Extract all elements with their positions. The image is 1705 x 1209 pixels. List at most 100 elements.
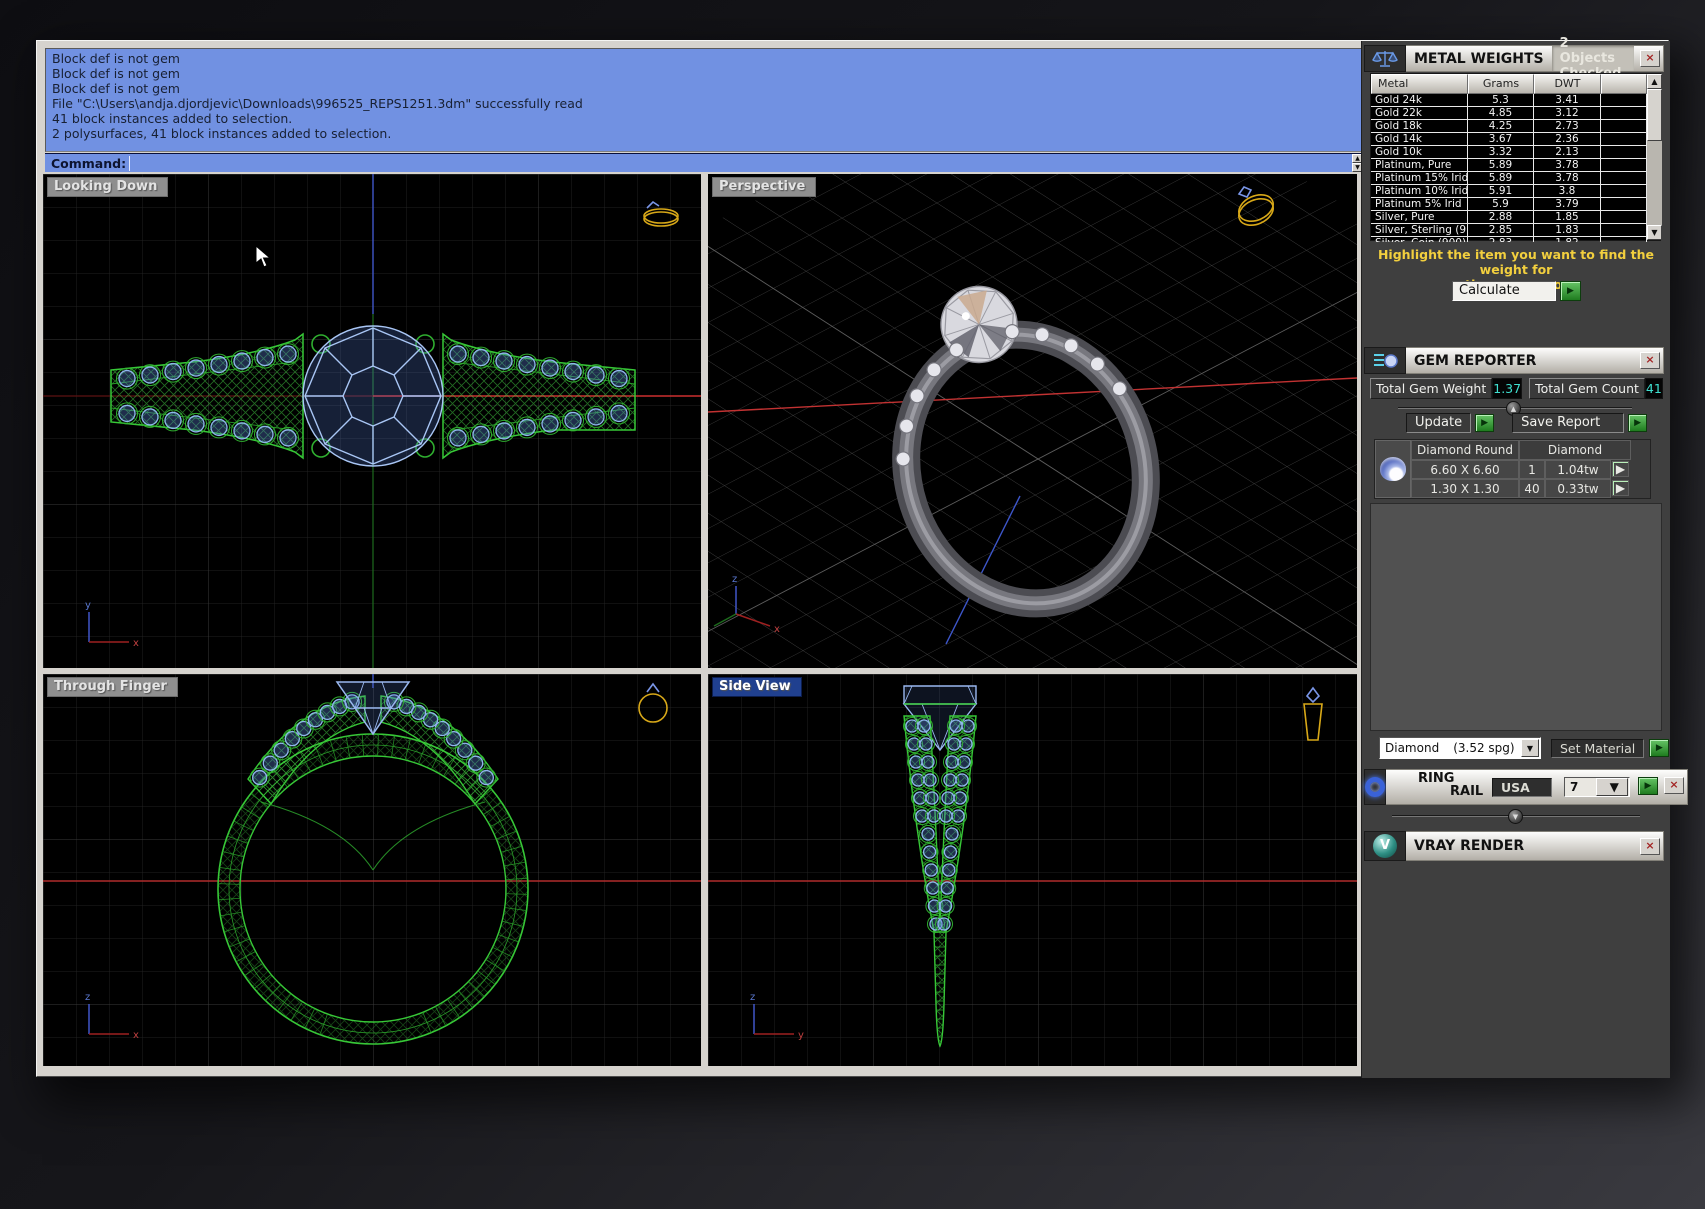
right-panel: METAL WEIGHTS 2 Objects Checked × Metal …: [1361, 41, 1670, 1078]
command-prompt-row: Command:: [45, 153, 1377, 172]
command-prompt-label: Command:: [51, 156, 126, 171]
material-name: Diamond: [1385, 741, 1439, 755]
viewport-looking-down[interactable]: yx Looking Down: [43, 174, 701, 668]
metal-row[interactable]: Silver, Sterling (9...2.851.83: [1371, 224, 1647, 237]
svg-text:y: y: [798, 1030, 804, 1041]
metal-row[interactable]: Gold 18k4.252.73: [1371, 120, 1647, 133]
gem-report-icon: [1364, 347, 1406, 374]
viewport-through-finger[interactable]: zx Through Finger: [43, 674, 701, 1066]
column-header-dwt[interactable]: DWT: [1534, 74, 1601, 94]
calculate-go-button[interactable]: ▶: [1560, 281, 1581, 301]
command-area: Block def is not gemBlock def is not gem…: [43, 46, 1395, 172]
gem-row-go-button[interactable]: ▶: [1612, 480, 1629, 496]
viewport-label-side-view[interactable]: Side View: [712, 677, 802, 697]
svg-text:z: z: [732, 574, 737, 585]
metal-row[interactable]: Platinum 10% Irid5.913.8: [1371, 185, 1647, 198]
gem-row[interactable]: 6.60 X 6.6011.04tw▶: [1411, 460, 1650, 479]
scroll-down-button[interactable]: ▼: [1647, 225, 1662, 240]
metal-row[interactable]: Gold 22k4.853.12: [1371, 107, 1647, 120]
material-row: Diamond (3.52 spg) ▼ Set Material ▶: [1379, 737, 1669, 759]
metal-row[interactable]: Gold 14k3.672.36: [1371, 133, 1647, 146]
gem-report-area: [1370, 503, 1662, 731]
svg-text:x: x: [133, 638, 139, 649]
save-report-go-button[interactable]: ▶: [1628, 414, 1647, 432]
ring-perspective-drawing: zx: [708, 174, 1357, 668]
viewport-label-through-finger[interactable]: Through Finger: [47, 677, 178, 697]
command-history-line: Block def is not gem: [52, 66, 1370, 81]
metal-row[interactable]: Platinum, Pure5.893.78: [1371, 159, 1647, 172]
gem-reporter-title: GEM REPORTER: [1414, 353, 1536, 369]
gem-thumbnail: [1375, 440, 1411, 498]
material-density: (3.52 spg): [1453, 741, 1514, 755]
save-report-button[interactable]: Save Report: [1512, 413, 1624, 433]
scroll-up-button[interactable]: ▲: [1647, 74, 1662, 89]
metal-row[interactable]: Gold 24k5.33.41: [1371, 94, 1647, 107]
gem-col-diamond-round: Diamond Round: [1411, 440, 1519, 460]
ring-rail-slider: ▼: [1392, 809, 1640, 823]
vray-render-title: VRAY RENDER: [1414, 838, 1524, 854]
close-icon[interactable]: ×: [1664, 777, 1684, 794]
metal-row[interactable]: Platinum 5% Irid5.93.79: [1371, 198, 1647, 211]
center-stone-top: [303, 326, 443, 466]
update-go-button[interactable]: ▶: [1475, 414, 1494, 432]
gem-totals-row: Total Gem Weight 1.37 Total Gem Count 41: [1370, 378, 1662, 399]
metal-table-header: Metal Grams DWT: [1371, 74, 1647, 94]
set-material-button[interactable]: Set Material: [1551, 739, 1644, 758]
total-gem-count-value: 41: [1645, 378, 1663, 399]
metal-row[interactable]: Silver, Coin (900)2.831.82: [1371, 237, 1647, 242]
viewport-label-perspective[interactable]: Perspective: [712, 177, 816, 197]
gem-row[interactable]: 1.30 X 1.30400.33tw▶: [1411, 479, 1650, 498]
metal-weights-title: METAL WEIGHTS: [1414, 51, 1544, 67]
calculate-button[interactable]: Calculate: [1452, 281, 1556, 301]
command-history-line: Block def is not gem: [52, 51, 1370, 66]
slider-knob[interactable]: ▼: [1508, 809, 1523, 824]
svg-text:z: z: [750, 992, 755, 1003]
metal-row[interactable]: Gold 10k3.322.13: [1371, 146, 1647, 159]
scrollbar-thumb[interactable]: [1647, 89, 1662, 141]
gem-buttons-row: Update ▶ Save Report ▶: [1406, 413, 1647, 433]
ring-side-view-drawing: zy: [708, 674, 1357, 1066]
close-icon[interactable]: ×: [1640, 352, 1660, 369]
gem-reporter-header: GEM REPORTER ×: [1364, 347, 1664, 374]
material-dropdown[interactable]: Diamond (3.52 spg) ▼: [1379, 737, 1541, 759]
dropdown-arrow-icon[interactable]: ▼: [1521, 739, 1539, 757]
set-material-go-button[interactable]: ▶: [1649, 739, 1669, 757]
total-gem-weight-label: Total Gem Weight: [1370, 378, 1492, 399]
command-history-line: Block def is not gem: [52, 81, 1370, 96]
metal-table-scrollbar[interactable]: ▲ ▼: [1647, 74, 1662, 240]
viewport-label-looking-down[interactable]: Looking Down: [47, 177, 168, 197]
viewport-side-view[interactable]: zy Side View: [708, 674, 1357, 1066]
gem-row-go-button[interactable]: ▶: [1612, 461, 1629, 477]
command-history[interactable]: Block def is not gemBlock def is not gem…: [45, 48, 1377, 152]
ring-top-view-drawing: yx: [43, 174, 701, 668]
ring-front-view-drawing: zx: [43, 674, 701, 1066]
ring-size-dropdown[interactable]: 7 ▼: [1564, 777, 1630, 797]
metal-row[interactable]: Platinum 15% Irid5.893.78: [1371, 172, 1647, 185]
metal-weights-table: Metal Grams DWT Gold 24k5.33.41Gold 22k4…: [1370, 73, 1661, 241]
column-header-grams[interactable]: Grams: [1468, 74, 1534, 94]
objects-checked-status: 2 Objects Checked: [1552, 46, 1634, 71]
region-field[interactable]: USA: [1492, 778, 1552, 797]
metal-row[interactable]: Silver, Pure2.881.85: [1371, 211, 1647, 224]
calculate-row: Calculate ▶: [1452, 281, 1581, 301]
column-header-metal[interactable]: Metal: [1371, 74, 1468, 94]
ring-size-value: 7: [1565, 780, 1596, 794]
ring-rail-header: RING RAIL USA 7 ▼ ▶ ×: [1364, 769, 1664, 805]
column-header-blank[interactable]: [1601, 74, 1647, 94]
total-gem-weight-value: 1.37: [1492, 378, 1522, 399]
command-input[interactable]: [129, 156, 1377, 171]
metal-weights-header: METAL WEIGHTS 2 Objects Checked ×: [1364, 45, 1664, 72]
update-button[interactable]: Update: [1406, 413, 1471, 433]
vray-sphere-icon: V: [1364, 831, 1406, 861]
viewport-perspective[interactable]: zx Perspective: [708, 174, 1357, 668]
svg-text:y: y: [85, 600, 91, 611]
command-history-line: 41 block instances added to selection.: [52, 111, 1370, 126]
metal-table-body: Gold 24k5.33.41Gold 22k4.853.12Gold 18k4…: [1371, 94, 1647, 242]
close-icon[interactable]: ×: [1640, 50, 1660, 67]
dropdown-arrow-icon[interactable]: ▼: [1596, 778, 1629, 796]
svg-text:z: z: [85, 992, 90, 1003]
svg-text:x: x: [133, 1030, 139, 1041]
ring-rail-go-button[interactable]: ▶: [1638, 777, 1658, 795]
viewport-area: yx Looking Down: [43, 174, 1357, 1066]
close-icon[interactable]: ×: [1640, 838, 1660, 855]
